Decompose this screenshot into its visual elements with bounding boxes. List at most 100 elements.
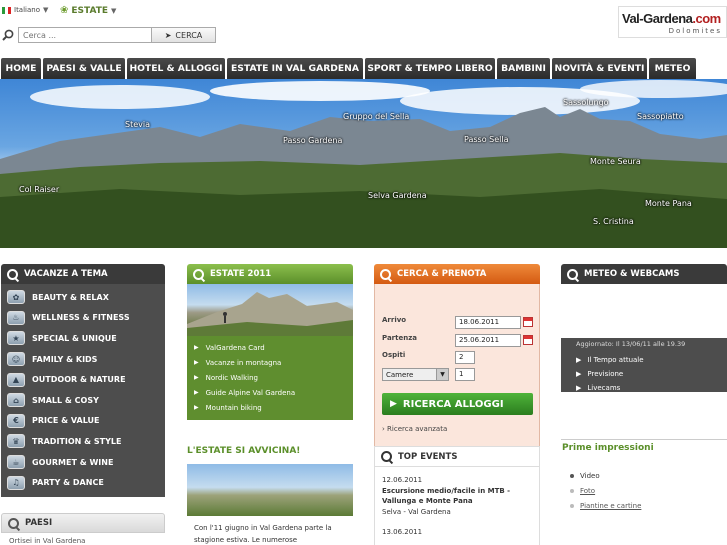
meteo-link[interactable]: ▶ Livecams — [576, 384, 620, 392]
divider — [561, 439, 727, 440]
event-date: 12.06.2011 — [382, 476, 423, 484]
theme-outdoor-nature[interactable]: ▲ OUTDOOR & NATURE — [1, 369, 165, 390]
event-item[interactable]: 13.06.2011 — [375, 527, 539, 538]
nav-paesi-valle[interactable]: PAESI & VALLE — [43, 58, 125, 79]
paesi-link[interactable]: Ortisei in Val Gardena — [1, 533, 165, 545]
arrow-right-icon: ▶ — [576, 384, 582, 392]
hero-panorama: Stevia Gruppo del Sella Sassolungo Sasso… — [0, 79, 727, 248]
mountain-photo — [187, 292, 353, 336]
peak-label: Sassolungo — [563, 98, 609, 107]
booking-form: Arrivo 18.06.2011 Partenza 25.06.2011 Os… — [374, 284, 540, 450]
camere-field[interactable]: 1 — [455, 368, 475, 381]
theme-special-unique[interactable]: ★ SPECIAL & UNIQUE — [1, 328, 165, 349]
peak-label: Col Raiser — [19, 185, 60, 194]
arrivo-field[interactable]: 18.06.2011 — [455, 316, 521, 329]
prime-item-video[interactable]: Video — [570, 472, 600, 480]
event-date: 13.06.2011 — [382, 528, 423, 536]
language-selector[interactable]: Italiano ▼ — [2, 6, 48, 14]
calendar-icon[interactable] — [523, 335, 533, 345]
ospiti-label: Ospiti — [382, 351, 406, 359]
meteo-updated: Aggiornato: Il 13/06/11 alle 19.39 — [576, 340, 686, 348]
peak-label: S. Cristina — [593, 217, 634, 226]
partenza-field[interactable]: 25.06.2011 — [455, 334, 521, 347]
search-button[interactable]: ➤ CERCA — [152, 27, 216, 43]
booking-header: CERCA & PRENOTA — [374, 264, 540, 284]
theme-wellness-fitness[interactable]: ♨ WELLNESS & FITNESS — [1, 308, 165, 329]
arrivo-label: Arrivo — [382, 316, 407, 324]
site-logo[interactable]: Val-Gardena.com Dolomites — [618, 6, 727, 38]
search-bubble-icon — [7, 268, 18, 280]
peak-label: Stevia — [125, 120, 150, 129]
search-input[interactable] — [18, 27, 152, 43]
theme-small-cosy[interactable]: ⌂ SMALL & COSY — [1, 390, 165, 411]
estate-link[interactable]: ▶ Vacanze in montagna — [187, 355, 353, 370]
arrow-right-icon: ▶ — [576, 356, 582, 364]
event-item[interactable]: 12.06.2011 Escursione medio/facile in MT… — [375, 475, 539, 517]
event-title: Escursione medio/facile in MTB - Vallung… — [382, 486, 511, 506]
theme-price-value[interactable]: € PRICE & VALUE — [1, 411, 165, 432]
camere-select[interactable]: Camere ▼ — [382, 368, 449, 381]
vacanze-box: VACANZE A TEMA ✿ BEAUTY & RELAX ♨ WELLNESS… — [1, 264, 165, 497]
logo-subtitle: Dolomites — [668, 27, 722, 35]
peak-label: Monte Pana — [645, 199, 692, 208]
estate-photo[interactable] — [187, 284, 353, 336]
nav-novita-eventi[interactable]: NOVITÀ & EVENTI — [552, 58, 647, 79]
theme-gourmet-wine[interactable]: ☕ GOURMET & WINE — [1, 452, 165, 473]
logo-text: Val-Gardena.com — [622, 11, 721, 26]
theme-party-dance[interactable]: ♫ PARTY & DANCE — [1, 472, 165, 493]
theme-family-kids[interactable]: ☺ FAMILY & KIDS — [1, 349, 165, 370]
meteo-link[interactable]: ▶ Previsione — [576, 370, 623, 378]
search-bar: ➤ CERCA — [2, 27, 216, 43]
arrow-right-icon: ➤ — [164, 30, 172, 40]
family-icon: ☺ — [7, 352, 25, 367]
beauty-icon: ✿ — [7, 290, 25, 305]
season-selector[interactable]: ❀ ESTATE ▼ — [60, 5, 116, 16]
estate-avvicina-title[interactable]: L'ESTATE SI AVVICINA! — [187, 446, 300, 456]
nav-bambini[interactable]: BAMBINI — [497, 58, 550, 79]
calendar-icon[interactable] — [523, 317, 533, 327]
peak-label: Selva Gardena — [368, 191, 427, 200]
ospiti-field[interactable]: 2 — [455, 351, 475, 364]
estate-links: ▶ ValGardena Card ▶ Vacanze in montagna ▶ N… — [187, 336, 353, 420]
nav-meteo[interactable]: METEO — [649, 58, 696, 79]
booking-box: CERCA & PRENOTA Arrivo 18.06.2011 Parten… — [374, 264, 540, 450]
arrow-right-icon: ▶ — [194, 359, 199, 366]
ricerca-alloggi-button[interactable]: ▶ RICERCA ALLOGGI — [382, 393, 533, 415]
estate-link[interactable]: ▶ ValGardena Card — [187, 340, 353, 355]
meteo-link[interactable]: ▶ Il Tempo attuale — [576, 356, 644, 364]
search-bubble-icon — [567, 268, 578, 280]
prime-item-foto[interactable]: Foto — [570, 487, 595, 495]
event-place: Selva - Val Gardena — [382, 507, 451, 516]
paesi-title: PAESI — [25, 518, 53, 528]
ricerca-avanzata-link[interactable]: › Ricerca avanzata — [382, 425, 447, 433]
chevron-down-icon: ▼ — [111, 6, 117, 15]
top-events-box: TOP EVENTS 12.06.2011 Escursione medio/f… — [374, 446, 540, 545]
paesi-box: PAESI Ortisei in Val Gardena — [1, 513, 165, 545]
arrow-right-icon: ▶ — [194, 344, 199, 351]
estate-link[interactable]: ▶ Nordic Walking — [187, 370, 353, 385]
arrow-right-icon: ▶ — [576, 398, 582, 406]
arrow-right-icon: ▶ — [194, 374, 199, 381]
estate-avvicina-photo[interactable] — [187, 464, 353, 516]
paesi-header[interactable]: PAESI — [1, 513, 165, 533]
meteo-body: Aggiornato: Il 13/06/11 alle 19.39 ▶ Il T… — [561, 284, 727, 406]
estate-link[interactable]: ▶ Guide Alpine Val Gardena — [187, 385, 353, 400]
nav-home[interactable]: HOME — [1, 58, 41, 79]
events-header: TOP EVENTS — [375, 447, 539, 467]
nav-hotel-alloggi[interactable]: HOTEL & ALLOGGI — [127, 58, 225, 79]
nav-sport[interactable]: SPORT & TEMPO LIBERO — [365, 58, 495, 79]
arrow-right-icon: ▶ — [576, 370, 582, 378]
theme-tradition-style[interactable]: ♛ TRADITION & STYLE — [1, 431, 165, 452]
vacanze-title: VACANZE A TEMA — [24, 269, 108, 279]
theme-beauty-relax[interactable]: ✿ BEAUTY & RELAX — [1, 287, 165, 308]
prime-item-piantine[interactable]: Piantine e cartine — [570, 502, 641, 510]
meteo-header: METEO & WEBCAMS — [561, 264, 727, 284]
header: Italiano ▼ ❀ ESTATE ▼ ➤ CERCA Val-Garden… — [0, 0, 727, 58]
nav-estate[interactable]: ESTATE IN VAL GARDENA — [227, 58, 363, 79]
events-title: TOP EVENTS — [398, 451, 458, 462]
estate-link[interactable]: ▶ Mountain biking — [187, 400, 353, 415]
meteo-link[interactable]: ▶ Webcams — [576, 398, 621, 406]
prime-impressioni-title: Prime impressioni — [562, 443, 654, 453]
peak-label: Passo Gardena — [283, 136, 343, 145]
weather-widget-area — [561, 284, 727, 338]
